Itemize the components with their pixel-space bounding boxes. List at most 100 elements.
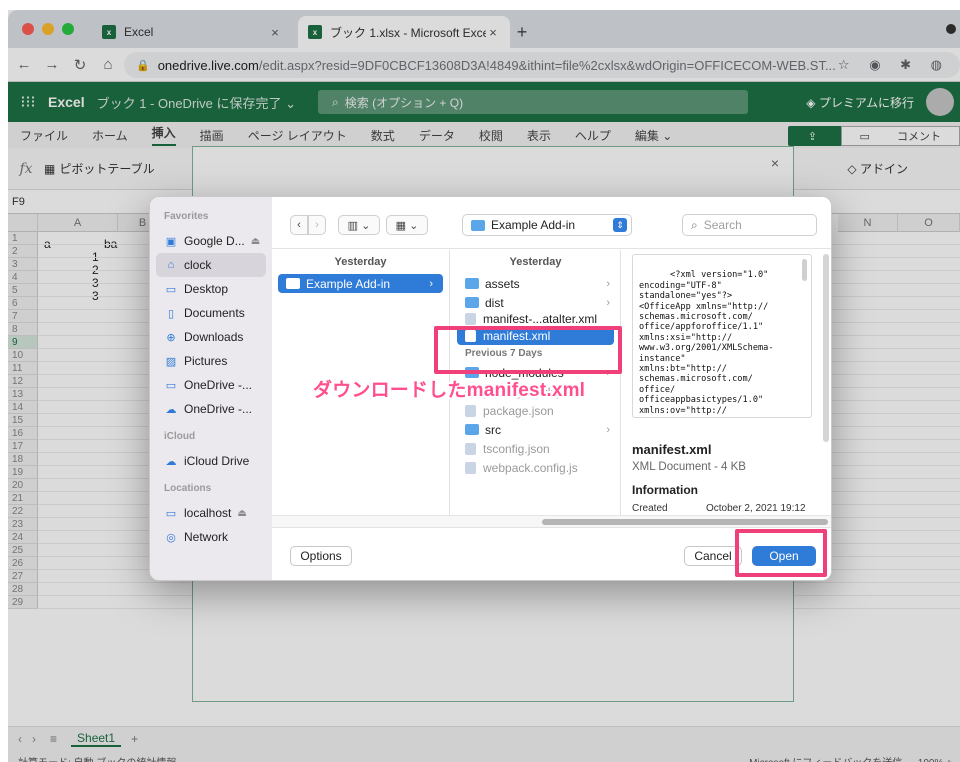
manifest-highlight-box: [434, 326, 622, 374]
sidebar-section-label: Favorites: [164, 211, 209, 222]
item-label: Example Add-in: [306, 276, 391, 291]
desktop-icon: ▭: [165, 283, 177, 296]
sidebar-item-label: Desktop: [184, 282, 229, 296]
file-icon: [465, 442, 476, 455]
sidebar-item[interactable]: ▣ Google D... ⏏: [150, 229, 272, 253]
chevron-right-icon: ›: [606, 296, 610, 309]
sidebar-item[interactable]: ▭ OneDrive -...: [150, 373, 272, 397]
open-highlight-box: [735, 529, 827, 577]
sidebar-item-label: clock: [184, 258, 212, 272]
sidebar-item-label: Network: [184, 530, 229, 544]
options-button[interactable]: Options: [290, 546, 352, 566]
item-label: webpack.config.js: [483, 460, 578, 475]
sidebar-section-label: iCloud: [164, 431, 196, 442]
chevron-right-icon: ›: [606, 423, 610, 436]
scrollbar-thumb[interactable]: [542, 519, 828, 525]
location-popup[interactable]: Example Add-in ⇕: [462, 214, 632, 236]
file-name: manifest.xml: [632, 442, 712, 457]
folder-icon: [471, 219, 485, 231]
sidebar-item-label: Pictures: [184, 354, 228, 368]
column-date-header: Yesterday: [334, 256, 387, 268]
cloud-icon: ☁: [165, 403, 177, 416]
folder-icon: [465, 424, 479, 435]
file-type: XML Document - 4 KB: [632, 461, 746, 473]
search-icon: ⌕: [691, 217, 698, 232]
chevron-right-icon: ›: [606, 277, 610, 290]
eject-icon[interactable]: ⏏: [237, 508, 246, 519]
sidebar-item-label: localhost: [184, 506, 232, 520]
preview-scrollbar[interactable]: [823, 254, 829, 442]
sidebar-item[interactable]: ☁ OneDrive -...: [150, 397, 272, 421]
search-placeholder: Search: [703, 218, 742, 232]
information-heading: Information: [632, 483, 698, 497]
cancel-button[interactable]: Cancel: [684, 546, 742, 566]
sidebar-item-label: iCloud Drive: [184, 454, 250, 468]
chevron-right-icon: ›: [429, 277, 433, 290]
dialog-toolbar: ‹ › ▥ ⌄ ▦ ⌄ Example Add-in ⇕ ⌕ Search: [272, 197, 831, 249]
dialog-sidebar: Favorites ▣ Google D... ⏏ ⌂ clock ▭ Desktop ▯ Doc…: [150, 197, 272, 580]
folder-icon: ▭: [165, 379, 177, 392]
download-icon: ⊕: [166, 331, 176, 344]
list-item[interactable]: package.json: [451, 401, 620, 420]
list-item[interactable]: manifest-...atalter.xml: [451, 312, 620, 326]
sidebar-item-label: OneDrive -...: [184, 378, 253, 392]
sidebar-item[interactable]: ▨ Pictures: [150, 349, 272, 373]
sidebar-item[interactable]: ◎ Network: [150, 525, 272, 549]
created-row: Created October 2, 2021 19:12: [632, 503, 828, 514]
list-item[interactable]: assets ›: [451, 274, 620, 293]
picture-icon: ▨: [165, 355, 177, 368]
column-date-header: Yesterday: [509, 256, 562, 268]
sidebar-item[interactable]: ▯ Documents: [150, 301, 272, 325]
item-label: package.json: [483, 403, 554, 418]
folder-icon: [286, 278, 300, 289]
folder-icon: [465, 278, 479, 289]
dialog-search-input[interactable]: ⌕ Search: [682, 214, 817, 236]
xml-preview-text: <?xml version="1.0" encoding="UTF-8" sta…: [639, 270, 774, 416]
globe-icon: ◎: [166, 531, 176, 544]
file-info: manifest.xml XML Document - 4 KB Informa…: [632, 442, 828, 514]
item-label: dist: [485, 295, 504, 310]
item-label: src: [485, 422, 501, 437]
sidebar-item[interactable]: ⌂ clock: [156, 253, 266, 277]
item-label: assets: [485, 276, 520, 291]
file-icon: [465, 461, 476, 474]
list-item[interactable]: tsconfig.json: [451, 439, 620, 458]
file-icon: [465, 313, 476, 325]
chevron-updown-icon: ⇕: [613, 218, 627, 232]
preview-pane: <?xml version="1.0" encoding="UTF-8" sta…: [622, 250, 831, 515]
item-label: manifest-...atalter.xml: [483, 312, 598, 326]
list-item[interactable]: Example Add-in ›: [278, 274, 443, 293]
back-button[interactable]: ‹: [290, 215, 308, 235]
cloud-icon: ☁: [165, 455, 177, 468]
list-item[interactable]: src ›: [451, 420, 620, 439]
list-item[interactable]: webpack.config.js: [451, 458, 620, 477]
google-drive-icon: ▣: [165, 235, 177, 248]
sidebar-item-label: Documents: [184, 306, 245, 320]
sidebar-item-label: OneDrive -...: [184, 402, 253, 416]
file-icon: [465, 404, 476, 417]
horizontal-scrollbar[interactable]: [272, 515, 831, 527]
sidebar-item[interactable]: ▭ Desktop: [150, 277, 272, 301]
scrollbar[interactable]: [802, 259, 807, 281]
home-icon: ⌂: [167, 259, 175, 271]
created-value: October 2, 2021 19:12: [706, 503, 806, 514]
computer-icon: ▭: [165, 507, 177, 520]
list-item[interactable]: dist ›: [451, 293, 620, 312]
xml-preview: <?xml version="1.0" encoding="UTF-8" sta…: [632, 254, 812, 418]
forward-button[interactable]: ›: [308, 215, 326, 235]
sidebar-item-label: Downloads: [184, 330, 244, 344]
sidebar-section-label: Locations: [164, 483, 212, 494]
view-grid-button[interactable]: ▦ ⌄: [386, 215, 428, 235]
created-label: Created: [632, 503, 668, 514]
view-columns-button[interactable]: ▥ ⌄: [338, 215, 380, 235]
document-icon: ▯: [167, 307, 175, 320]
item-label: tsconfig.json: [483, 441, 550, 456]
sidebar-item[interactable]: ☁ iCloud Drive: [150, 449, 272, 473]
annotation-label: ダウンロードしたmanifest.xml: [313, 380, 586, 401]
eject-icon[interactable]: ⏏: [251, 236, 260, 247]
location-label: Example Add-in: [491, 218, 576, 232]
sidebar-item[interactable]: ▭ localhost ⏏: [150, 501, 272, 525]
sidebar-item[interactable]: ⊕ Downloads: [150, 325, 272, 349]
